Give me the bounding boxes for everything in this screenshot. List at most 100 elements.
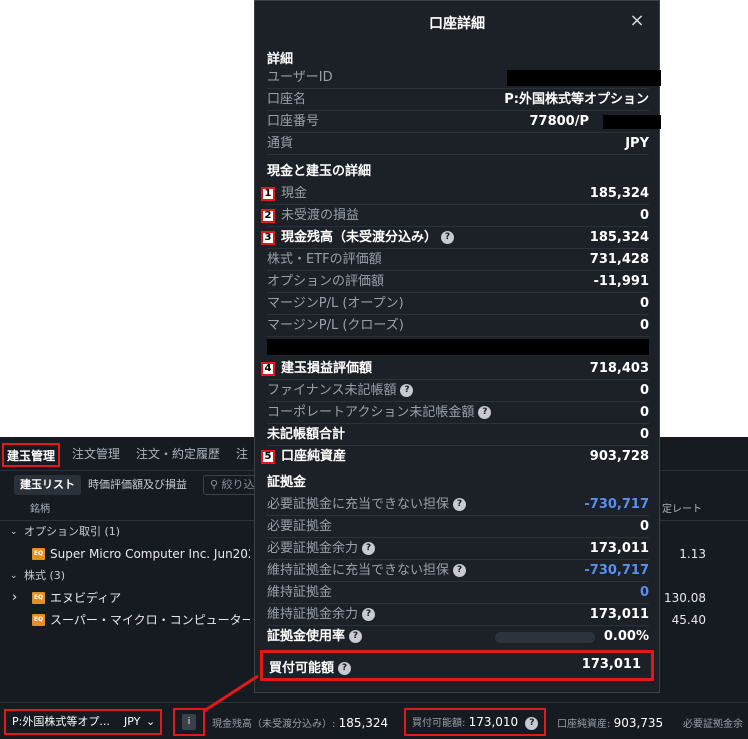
help-icon[interactable]: ? (453, 498, 467, 511)
row-value: 0 (639, 383, 649, 398)
help-icon[interactable]: ? (525, 716, 539, 730)
currency-label: JPY (124, 715, 141, 728)
row-label: 必要証拠金に充当できない担保? (267, 494, 467, 516)
tab-more[interactable]: 注 (236, 443, 248, 467)
row-corporate-action-unposted: コーポレートアクション未記帳金額? 0 (267, 402, 649, 424)
row-value: 0.00% (603, 629, 649, 644)
row-label: ユーザーID (267, 70, 333, 85)
row-label: 未受渡の損益 (281, 208, 360, 223)
row-finance-unposted: ファイナンス未記帳額? 0 (267, 380, 649, 402)
row-label: 未記帳額合計 (267, 427, 346, 442)
row-label: 維持証拠金余力? (267, 604, 376, 626)
position-name: Super Micro Computer Inc. Jun202 (50, 547, 250, 561)
help-icon[interactable]: ? (478, 406, 492, 419)
info-icon: i (182, 714, 196, 730)
row-label: オプションの評価額 (267, 274, 385, 289)
search-icon: ⚲ (210, 478, 222, 491)
row-label: 証拠金使用率? (267, 626, 363, 648)
chevron-right-icon[interactable]: › (12, 587, 17, 609)
equity-badge-icon: EQ (32, 592, 45, 604)
row-value: 0 (639, 585, 649, 600)
row-label: 通貨 (267, 136, 294, 151)
tab-orders[interactable]: 注文管理 (72, 443, 120, 467)
help-icon[interactable]: ? (338, 662, 352, 675)
row-label: マージンP/L (オープン) (267, 296, 404, 311)
row-position-valuation: 4 建玉損益評価額 718,403 (261, 358, 649, 380)
row-initial-margin-excess: 必要証拠金余力? 173,011 (267, 538, 649, 560)
row-account-name: 口座名 P:外国株式等オプション (267, 89, 649, 111)
row-label: 現金残高（未受渡分込み）? (281, 227, 455, 249)
status-margin-label: 必要証拠金余 (683, 719, 743, 730)
status-net-assets-label: 口座純資産: (557, 719, 611, 730)
marker-3: 3 (261, 231, 275, 245)
row-value: 0 (639, 296, 649, 311)
redacted-value (603, 115, 661, 129)
close-icon[interactable]: × (627, 11, 647, 31)
status-margin: 必要証拠金余 (683, 715, 743, 730)
row-value: 0 (639, 405, 649, 420)
position-name: エヌビディア (50, 591, 122, 605)
search-placeholder: 絞り込 (221, 478, 255, 491)
row-label: 株式・ETFの評価額 (267, 252, 382, 267)
row-value: 77800/P (529, 114, 589, 129)
row-account-number: 口座番号 77800/P (267, 111, 661, 133)
row-value: 0 (639, 427, 649, 442)
tab-positions[interactable]: 建玉管理 (2, 443, 61, 467)
account-select[interactable]: P:外国株式等オプ... JPY ⌄ (4, 709, 162, 735)
row-value: P:外国株式等オプション (504, 92, 649, 107)
status-buying-power-value: 173,010 (468, 715, 519, 729)
row-value: -11,991 (593, 274, 649, 289)
subtab-valuation[interactable]: 時価評価額及び損益 (82, 475, 193, 495)
row-value: 173,011 (589, 541, 649, 556)
row-value: 0 (639, 208, 649, 223)
help-icon[interactable]: ? (453, 564, 467, 577)
row-value: 173,011 (589, 607, 649, 622)
help-icon[interactable]: ? (349, 630, 363, 643)
status-net-assets: 口座純資産: 903,735 (557, 715, 663, 730)
row-label: 買付可能額? (269, 657, 352, 676)
row-label: 必要証拠金余力? (267, 538, 376, 560)
row-user-id: ユーザーID (267, 67, 661, 89)
section-title: 現金と建玉の詳細 (267, 164, 372, 179)
row-margin-pl-closed: マージンP/L (クローズ) 0 (267, 315, 649, 337)
chevron-down-icon: ⌄ (146, 715, 156, 728)
row-stock-etf-value: 株式・ETFの評価額 731,428 (267, 249, 649, 271)
row-margin-usage: 証拠金使用率? 0.00% (267, 626, 649, 648)
row-currency: 通貨 JPY (267, 133, 649, 155)
column-symbol: 銘柄 (30, 504, 50, 515)
section-cash-positions: 現金と建玉の詳細 (267, 161, 649, 183)
row-label: ファイナンス未記帳額? (267, 380, 414, 402)
row-label: 維持証拠金に充当できない担保? (267, 560, 467, 582)
status-bar: P:外国株式等オプ... JPY ⌄ i 現金残高（未受渡分込み）: 185,3… (0, 702, 748, 739)
help-icon[interactable]: ? (362, 608, 376, 621)
account-info-button[interactable]: i (173, 708, 205, 736)
dialog-title: 口座詳細 (429, 16, 485, 32)
group-label: 株式 (3) (24, 569, 66, 582)
marker-5: 5 (261, 450, 275, 464)
tab-order-history[interactable]: 注文・約定履歴 (136, 443, 220, 467)
row-option-value: オプションの評価額 -11,991 (267, 271, 649, 293)
row-buying-power: 買付可能額? 173,011 (260, 650, 654, 681)
row-label: 口座純資産 (281, 449, 347, 464)
row-ineligible-collateral-maintenance: 維持証拠金に充当できない担保? -730,717 (267, 560, 649, 582)
row-value: 731,428 (589, 252, 649, 267)
help-icon[interactable]: ? (400, 384, 414, 397)
subtab-position-list[interactable]: 建玉リスト (14, 475, 81, 495)
status-cash: 現金残高（未受渡分込み）: 185,324 (212, 715, 388, 730)
row-value: -730,717 (584, 563, 649, 578)
row-label: 建玉損益評価額 (281, 361, 373, 376)
marker-1: 1 (261, 187, 275, 201)
row-value: 0 (639, 519, 649, 534)
help-icon[interactable]: ? (441, 231, 455, 244)
account-details-dialog: 口座詳細 × 詳細 ユーザーID 口座名 P:外国株式等オプション 口座番号 7… (254, 0, 661, 693)
help-icon[interactable]: ? (362, 542, 376, 555)
redacted-value (507, 70, 661, 86)
row-value: 185,324 (589, 230, 649, 245)
row-unposted-total: 未記帳額合計 0 (267, 424, 649, 446)
row-value: 718,403 (589, 361, 649, 376)
marker-4: 4 (261, 362, 275, 376)
status-buying-power: 買付可能額: 173,010 ? (404, 708, 546, 736)
row-value: -730,717 (584, 497, 649, 512)
row-label: 口座名 (267, 92, 307, 107)
section-title: 証拠金 (267, 475, 307, 490)
